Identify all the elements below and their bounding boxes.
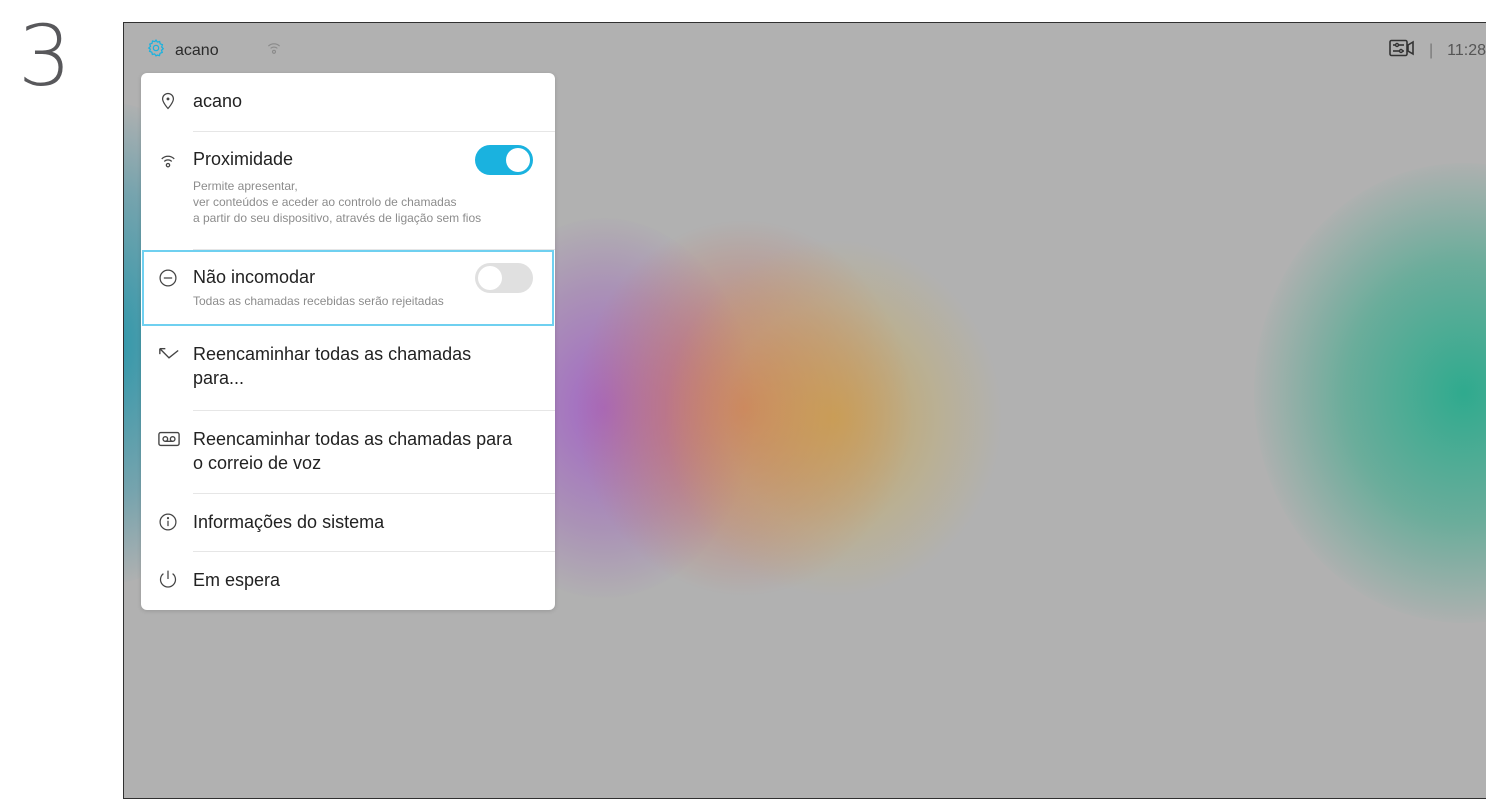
menu-item-location[interactable]: acano	[141, 73, 555, 131]
menu-item-description: a partir do seu dispositivo, através de …	[193, 211, 482, 225]
menu-item-description: ver conteúdos e aceder ao controlo de ch…	[193, 195, 457, 209]
settings-menu-panel: acano Proximidade Permite apresentar, ve…	[141, 73, 555, 610]
menu-item-label: Em espera	[193, 570, 281, 590]
status-separator: |	[1428, 41, 1434, 59]
menu-item-label: Reencaminhar todas as chamadas	[193, 344, 472, 364]
background-blob	[1254, 163, 1486, 623]
menu-item-standby[interactable]: Em espera	[141, 552, 555, 610]
background-blob	[664, 238, 1004, 598]
location-pin-icon	[158, 90, 178, 110]
do-not-disturb-toggle[interactable]	[475, 263, 533, 293]
menu-item-label: para...	[193, 368, 245, 388]
menu-item-system-info[interactable]: Informações do sistema	[141, 494, 555, 551]
menu-item-forward-calls[interactable]: Reencaminhar todas as chamadas para...	[141, 326, 555, 410]
settings-menu-trigger[interactable]: acano	[146, 38, 283, 63]
status-bar: acano | 11:28	[124, 23, 1486, 73]
menu-item-label: Não incomodar	[193, 267, 316, 287]
menu-item-label: Proximidade	[193, 149, 294, 169]
menu-item-description: Permite apresentar,	[193, 179, 298, 193]
camera-settings-icon[interactable]	[1389, 39, 1415, 62]
gear-icon[interactable]	[146, 38, 166, 63]
step-number: 3	[18, 7, 72, 105]
proximity-icon	[158, 151, 178, 171]
proximity-toggle[interactable]	[475, 145, 533, 175]
status-right: | 11:28	[1389, 39, 1486, 62]
voicemail-icon	[158, 431, 180, 451]
clock: 11:28	[1447, 41, 1486, 59]
menu-item-label: acano	[193, 91, 243, 111]
menu-item-label: o correio de voz	[193, 453, 322, 473]
info-icon	[158, 512, 178, 532]
toggle-knob	[478, 266, 502, 290]
menu-item-label: Reencaminhar todas as chamadas para	[193, 429, 513, 449]
forward-arrow-icon	[158, 346, 179, 366]
proximity-status-icon	[265, 39, 283, 62]
menu-item-do-not-disturb[interactable]: Não incomodar Todas as chamadas recebida…	[141, 250, 555, 326]
menu-item-label: Informações do sistema	[193, 512, 385, 532]
menu-item-description: Todas as chamadas recebidas serão rejeit…	[193, 294, 444, 308]
power-icon	[158, 569, 178, 589]
device-name: acano	[175, 41, 219, 59]
toggle-knob	[506, 148, 530, 172]
minus-circle-icon	[158, 268, 178, 288]
menu-item-proximity[interactable]: Proximidade Permite apresentar, ver cont…	[141, 132, 555, 249]
device-screen: acano | 11:28 acano Proximidade Permite …	[123, 22, 1486, 799]
menu-item-voicemail[interactable]: Reencaminhar todas as chamadas para o co…	[141, 411, 555, 493]
